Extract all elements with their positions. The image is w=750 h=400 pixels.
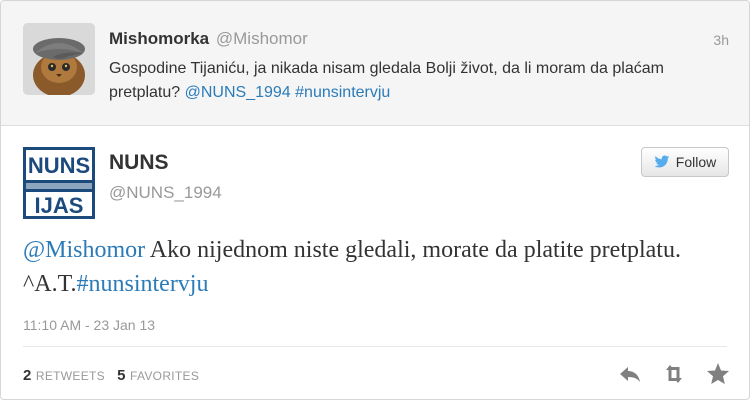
tweet-timestamp[interactable]: 11:10 AM - 23 Jan 13 [23, 317, 155, 333]
parent-mention-link[interactable]: @NUNS_1994 [185, 84, 291, 101]
parent-time[interactable]: 3h [713, 32, 729, 48]
favorites-count: 5 [117, 367, 126, 384]
twitter-bird-icon [654, 155, 670, 168]
retweets-stat[interactable]: 2 RETWEETS [23, 367, 117, 384]
tweet-mention-link[interactable]: @Mishomor [23, 237, 145, 263]
in-reply-to-tweet[interactable]: Mishomorka @Mishomor 3h Gospodine Tijani… [1, 1, 749, 126]
parent-tweet-text: Gospodine Tijaniću, ja nikada nisam gled… [109, 57, 719, 105]
nuns-logo-avatar[interactable]: NUNS IJAS [23, 147, 95, 219]
cat-with-cap-avatar-icon [23, 23, 95, 95]
parent-hashtag-link[interactable]: #nunsintervju [295, 84, 390, 101]
tweet-stats: 2 RETWEETS 5 FAVORITES [23, 367, 207, 384]
divider [23, 346, 727, 347]
nuns-ijas-logo-icon: NUNS IJAS [23, 147, 95, 219]
parent-avatar[interactable] [23, 23, 95, 95]
follow-button-label: Follow [675, 154, 717, 170]
logo-top-text: NUNS [28, 153, 90, 178]
tweet-hashtag-link[interactable]: #nunsintervju [76, 271, 208, 297]
tweet-actions [617, 361, 731, 387]
favorites-stat[interactable]: 5 FAVORITES [117, 367, 207, 384]
tweet-author-fullname[interactable]: NUNS [109, 151, 169, 175]
retweet-icon[interactable] [661, 361, 687, 387]
tweet-text: @Mishomor Ako nijednom niste gledali, mo… [23, 233, 723, 301]
follow-button[interactable]: Follow [641, 147, 729, 177]
tweet-embed-card: Mishomorka @Mishomor 3h Gospodine Tijani… [0, 0, 750, 400]
tweet-author-screen-name[interactable]: @NUNS_1994 [109, 183, 222, 203]
parent-screen-name[interactable]: @Mishomor [216, 29, 308, 48]
favorites-label: FAVORITES [130, 369, 200, 383]
parent-fullname[interactable]: Mishomorka [109, 29, 209, 48]
retweets-count: 2 [23, 367, 32, 384]
parent-author[interactable]: Mishomorka @Mishomor [109, 29, 308, 49]
logo-bottom-text: IJAS [35, 193, 84, 218]
favorite-star-icon[interactable] [705, 361, 731, 387]
retweets-label: RETWEETS [35, 369, 105, 383]
reply-icon[interactable] [617, 361, 643, 387]
